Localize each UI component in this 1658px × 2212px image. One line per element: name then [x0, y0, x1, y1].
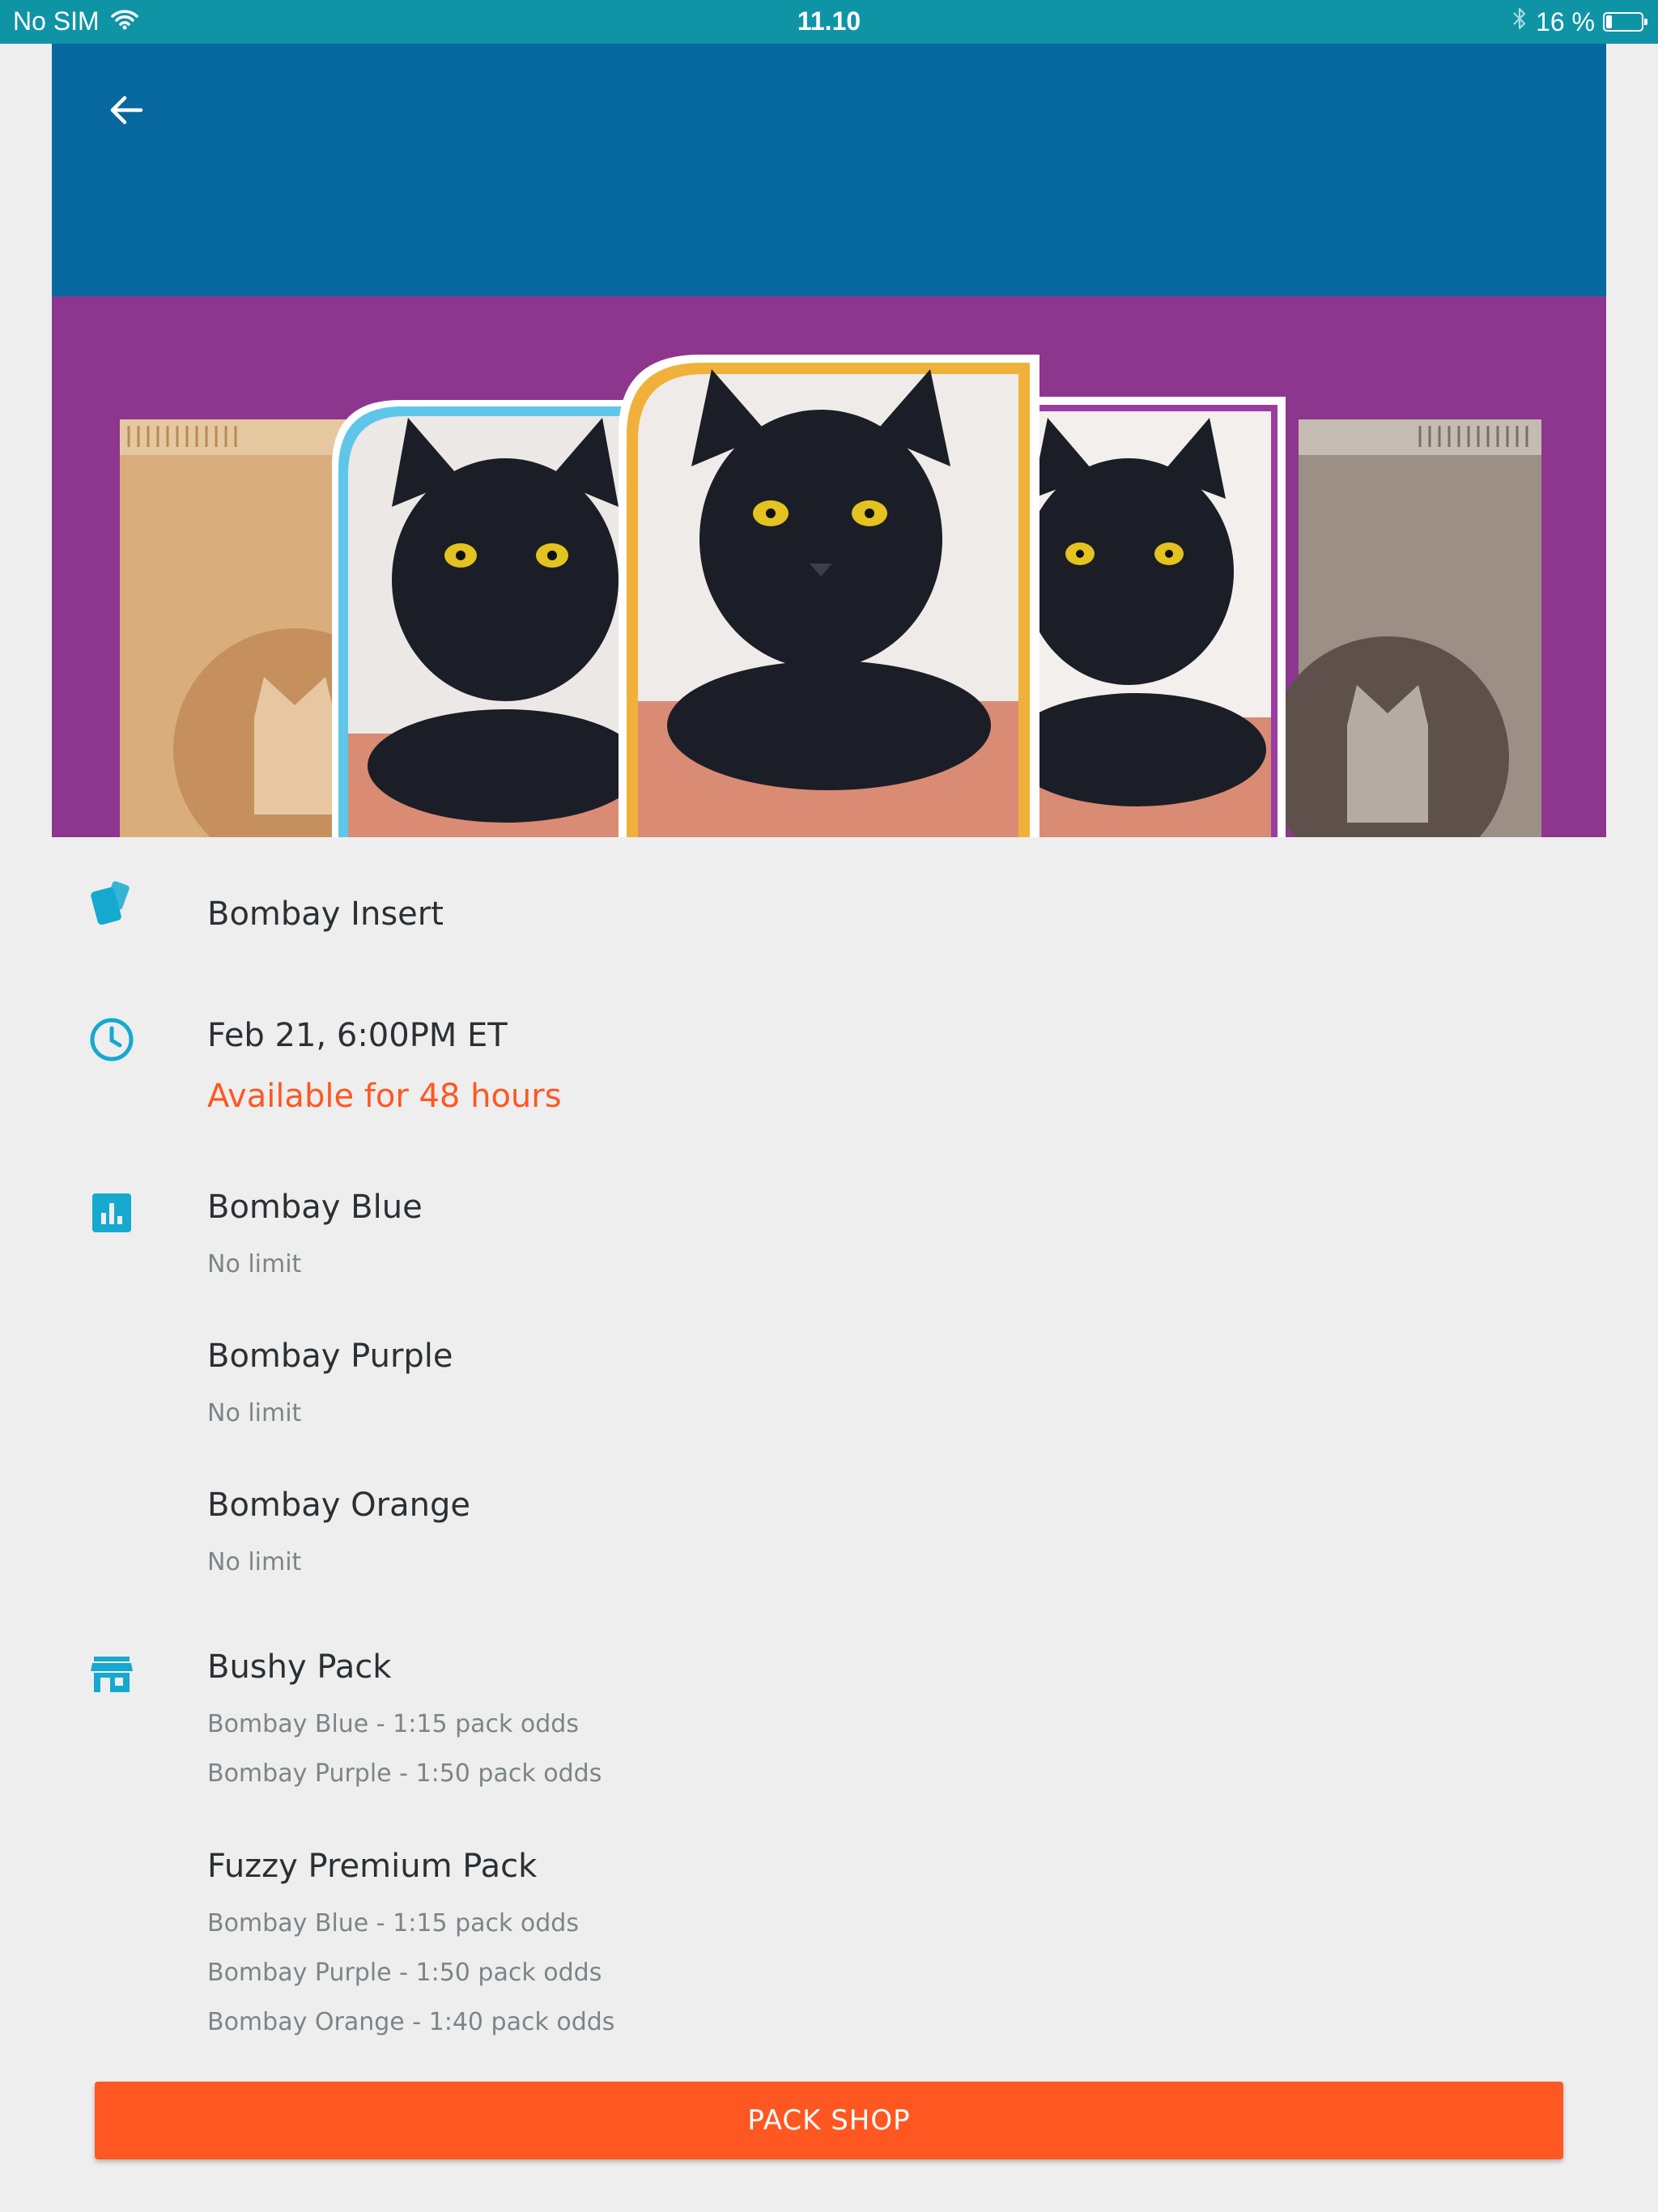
- pack-name: Bushy Pack: [207, 1648, 392, 1686]
- pack-right: [1266, 419, 1541, 837]
- release-date: Feb 21, 6:00PM ET: [207, 1017, 508, 1054]
- back-button[interactable]: [87, 73, 165, 151]
- arrow-left-icon: [107, 91, 146, 133]
- variant-name: Bombay Blue: [207, 1189, 423, 1226]
- card-blue: [332, 400, 667, 837]
- status-time: 11.10: [797, 6, 861, 36]
- app-header: [52, 44, 1606, 296]
- pack-name: Fuzzy Premium Pack: [207, 1848, 538, 1885]
- availability-text: Available for 48 hours: [207, 1078, 562, 1115]
- pack-odds: Bombay Blue - 1:15 pack odds: [207, 1909, 579, 1938]
- variant-limit: No limit: [207, 1399, 302, 1427]
- pack-odds: Bombay Orange - 1:40 pack odds: [207, 2008, 615, 2036]
- status-bar: No SIM 11.10 16 %: [0, 0, 1658, 44]
- bar-chart-icon: [86, 1187, 138, 1239]
- variant-name: Bombay Orange: [207, 1487, 470, 1524]
- variant-name: Bombay Purple: [207, 1338, 453, 1375]
- pack-odds: Bombay Blue - 1:15 pack odds: [207, 1710, 579, 1738]
- battery-percent: 16 %: [1536, 6, 1595, 36]
- variant-limit: No limit: [207, 1548, 302, 1576]
- variant-limit: No limit: [207, 1250, 302, 1278]
- hero-image: [52, 296, 1606, 837]
- card-orange: [619, 355, 1039, 837]
- pack-shop-button[interactable]: PACK SHOP: [95, 2082, 1563, 2159]
- bluetooth-icon: [1511, 6, 1528, 37]
- status-right: 16 %: [1511, 6, 1647, 37]
- battery-icon: [1603, 12, 1647, 32]
- set-title: Bombay Insert: [207, 895, 444, 933]
- cards-icon: [86, 878, 138, 929]
- store-icon: [86, 1648, 138, 1700]
- clock-icon: [86, 1014, 138, 1066]
- pack-odds: Bombay Purple - 1:50 pack odds: [207, 1959, 602, 1987]
- pack-odds: Bombay Purple - 1:50 pack odds: [207, 1759, 602, 1788]
